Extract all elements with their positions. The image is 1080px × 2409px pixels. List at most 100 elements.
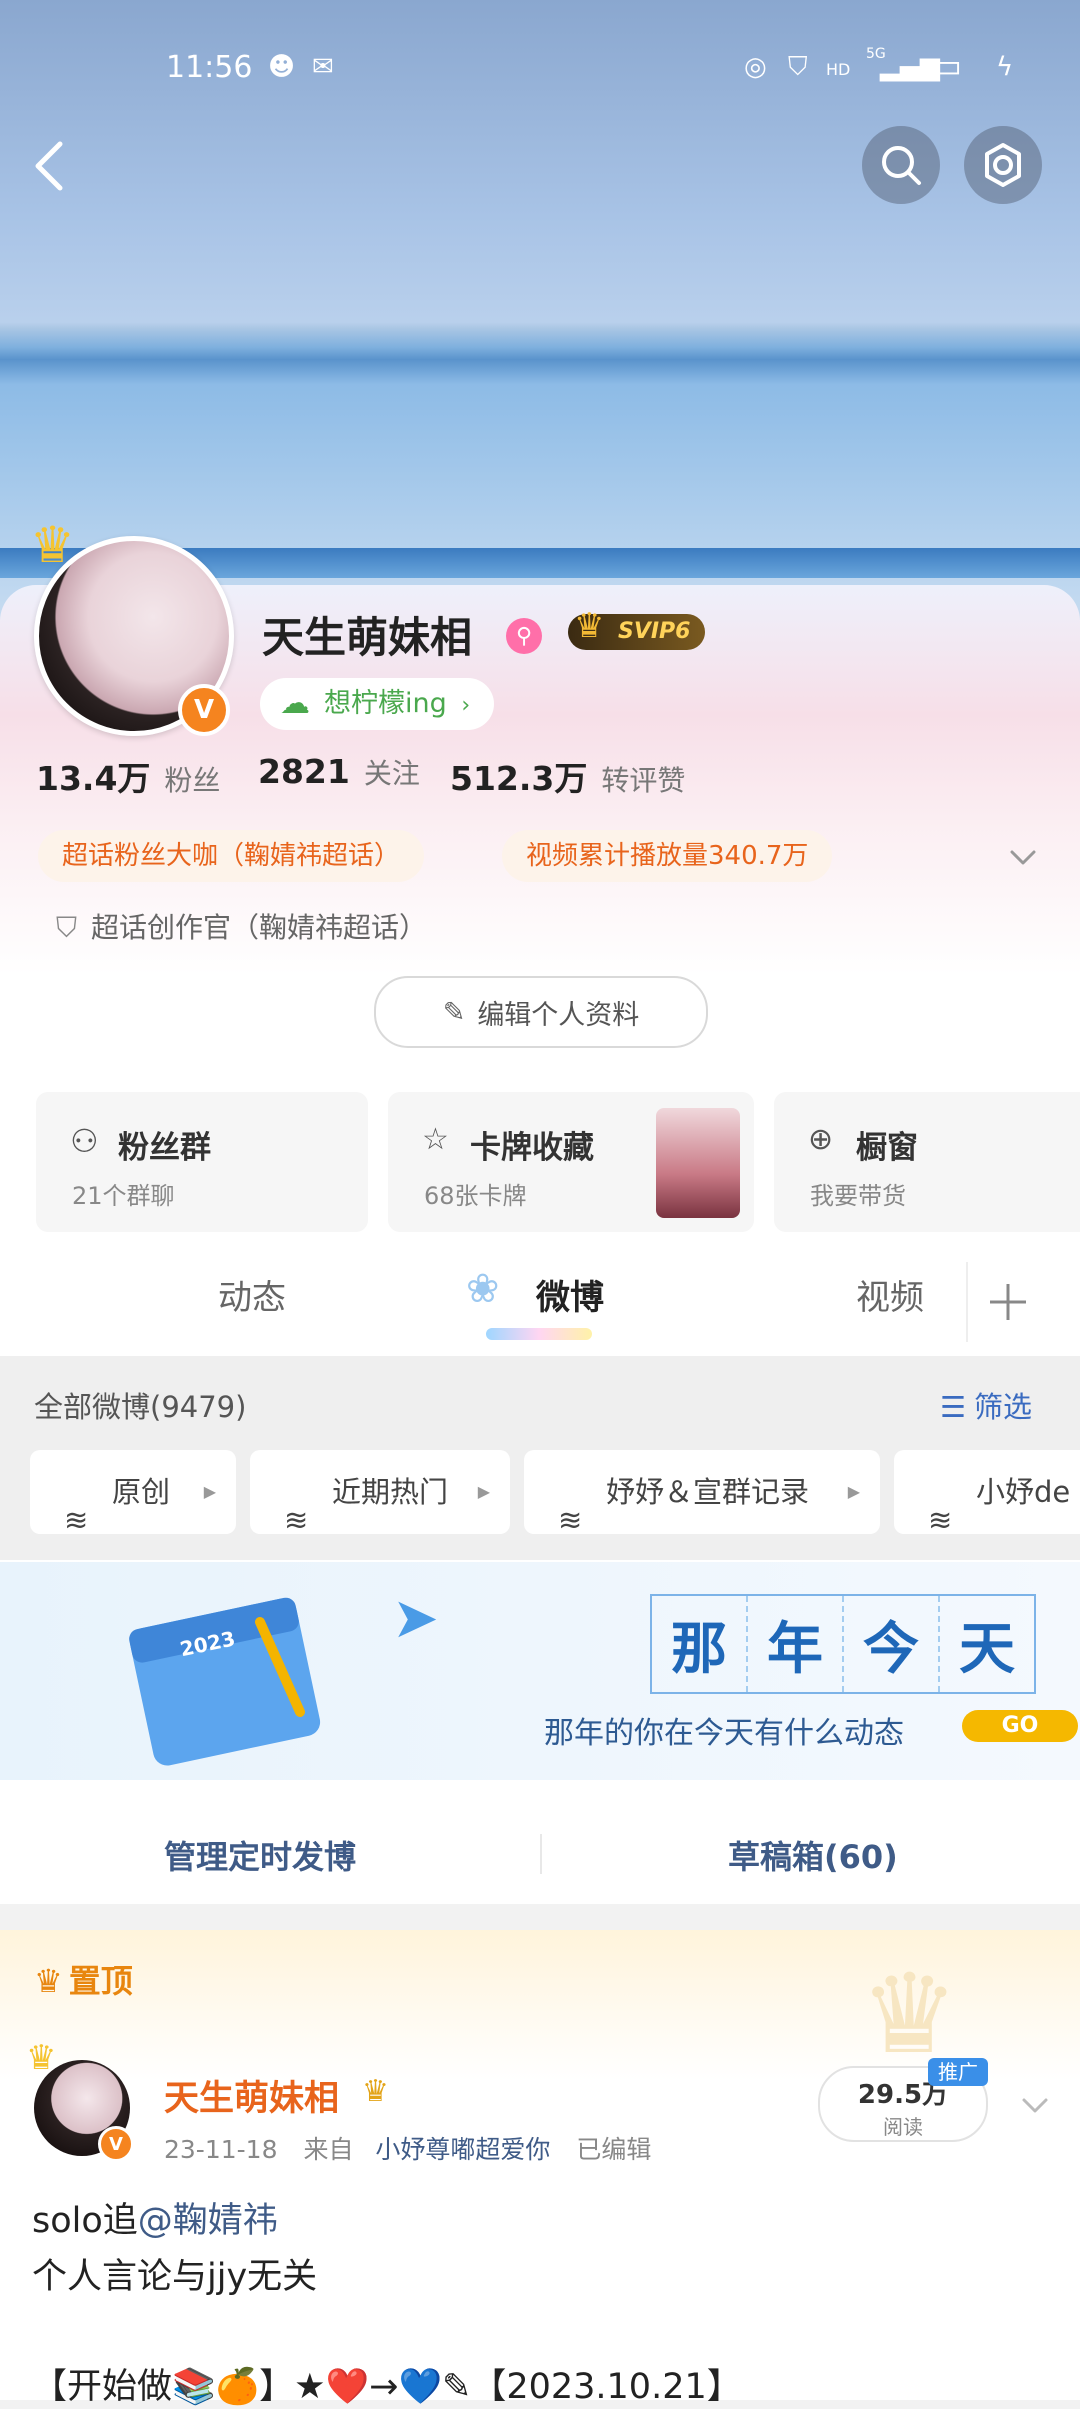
banner-subtitle: 那年的你在今天有什么动态 — [544, 1716, 904, 1751]
settings-button[interactable] — [964, 126, 1042, 204]
mood-label: 想柠檬ing — [324, 688, 447, 719]
tag-video-plays[interactable]: 视频累计播放量340.7万 — [502, 830, 833, 882]
chip-label: 原创 — [112, 1475, 171, 1509]
banner-title: 那 年 今 天 — [650, 1594, 1036, 1694]
edit-profile-button[interactable]: ✎ 编辑个人资料 — [374, 976, 708, 1048]
bag-icon: ⊕ — [808, 1122, 834, 1157]
banner-title-char: 今 — [844, 1596, 940, 1692]
chip-group-record[interactable]: ≋ 妤妤＆宣群记录 ▶ — [524, 1450, 880, 1534]
card-icon: ☆ — [422, 1122, 449, 1157]
scheduled-posts-button[interactable]: 管理定时发博 — [164, 1832, 356, 1878]
post-date: 23-11-18 — [164, 2135, 278, 2164]
pinned-post[interactable]: ♛ 置顶 ♛ ♛ V 天生萌妹相 ♛ 23-11-18 来自 小妤尊嘟超爱你 已编… — [0, 1930, 1080, 2407]
member-crown-icon: ♛ — [362, 2074, 389, 2109]
profile-tabs: 动态 ❀ 微博 视频 — [0, 1240, 1080, 1354]
filter-button[interactable]: ☰ 筛选 — [940, 1384, 1032, 1426]
layers-icon: ≋ — [928, 1503, 953, 1534]
users-icon: ⚇ — [70, 1122, 99, 1160]
chip-arrow-icon: ▶ — [847, 1482, 860, 1501]
wechat-icon: ✉ — [312, 52, 334, 82]
manage-row: 管理定时发博 草稿箱(60) — [0, 1804, 1080, 1904]
stat-label: 粉丝 — [164, 764, 221, 797]
svip-badge[interactable]: ♛ SVIP6 — [568, 608, 705, 650]
mascot-icon: ❀ — [466, 1266, 500, 1312]
promote-badge[interactable]: 推广 — [928, 2058, 988, 2086]
calendar-icon: 2023 — [129, 1597, 321, 1766]
filter-icon: ☰ — [940, 1390, 966, 1424]
status-time: 11:56 — [166, 50, 253, 85]
expand-tags-button[interactable] — [1008, 842, 1038, 872]
stat-value: 512.3万 — [450, 759, 588, 798]
verified-badge: V — [98, 2126, 134, 2162]
tab-activity[interactable]: 动态 — [218, 1270, 286, 1319]
creator-title[interactable]: ⛉ 超话创作官（鞠婧祎超话） — [56, 906, 427, 946]
post-filter-bar: 全部微博(9479) ☰ 筛选 ≋ 原创 ▶ ≋ 近期热门 ▶ ≋ 妤妤＆宣群记录… — [0, 1356, 1080, 1560]
profile-avatar[interactable]: ♛ V — [30, 516, 234, 736]
mention-link[interactable]: @鞠婧祎 — [138, 2201, 278, 2241]
post-text-line: 【开始做📚🍊】★❤️→💙✎【2023.10.21】 — [32, 2367, 742, 2407]
stat-following[interactable]: 2821 关注 — [258, 752, 420, 792]
post-text-line: 个人言论与jjy无关 — [32, 2257, 318, 2297]
go-button[interactable]: GO — [962, 1710, 1078, 1742]
tag-supertopic-fan[interactable]: 超话粉丝大咖（鞠婧祎超话） — [38, 830, 425, 882]
stat-followers[interactable]: 13.4万 粉丝 — [36, 752, 220, 800]
chevron-left-icon — [35, 141, 63, 191]
read-label: 阅读 — [883, 2115, 923, 2139]
banner-title-char: 天 — [959, 1615, 1015, 1682]
chip-arrow-icon: ▶ — [203, 1482, 216, 1501]
chip-more[interactable]: ≋ 小妤de — [894, 1450, 1080, 1534]
search-button[interactable] — [862, 126, 940, 204]
chip-original[interactable]: ≋ 原创 ▶ — [30, 1450, 236, 1534]
chevron-down-icon — [1010, 850, 1036, 865]
pinned-text: 置顶 — [68, 1962, 133, 2000]
feature-sub: 21个群聊 — [72, 1182, 175, 1210]
drafts-button[interactable]: 草稿箱(60) — [728, 1832, 898, 1878]
post-from: 来自 — [303, 2135, 354, 2164]
tab-weibo[interactable]: 微博 — [536, 1270, 604, 1319]
svip-label: SVIP6 — [618, 619, 691, 644]
post-author[interactable]: 天生萌妹相 — [164, 2070, 339, 2121]
post-menu-button[interactable] — [1020, 2090, 1050, 2120]
chevron-right-icon: › — [461, 693, 471, 718]
mood-status[interactable]: ☁ 想柠檬ing › — [260, 678, 495, 730]
stat-interactions[interactable]: 512.3万 转评赞 — [450, 752, 685, 800]
on-this-day-banner[interactable]: 2023 ➤ 那 年 今 天 那年的你在今天有什么动态 GO — [0, 1562, 1080, 1780]
add-tab-button[interactable] — [966, 1262, 1078, 1342]
feature-title: 卡牌收藏 — [470, 1130, 594, 1166]
card-collection-card[interactable]: ☆ 卡牌收藏 68张卡牌 — [388, 1092, 754, 1232]
paper-plane-icon: ➤ — [392, 1586, 439, 1651]
back-button[interactable] — [30, 136, 86, 196]
feature-title: 粉丝群 — [118, 1130, 211, 1166]
fan-group-card[interactable]: ⚇ 粉丝群 21个群聊 — [36, 1092, 368, 1232]
layers-icon: ≋ — [64, 1503, 89, 1534]
tab-active-indicator — [486, 1328, 592, 1340]
verified-badge: V — [178, 684, 230, 736]
banner-title-char: 年 — [748, 1596, 844, 1692]
stat-label: 转评赞 — [601, 764, 686, 797]
chip-label: 妤妤＆宣群记录 — [606, 1475, 810, 1509]
plus-icon — [990, 1284, 1026, 1320]
feature-sub: 我要带货 — [810, 1182, 906, 1210]
crown-icon: ♛ — [30, 516, 75, 574]
stat-label: 关注 — [363, 757, 420, 790]
svip-crown-icon: ♛ — [574, 606, 605, 646]
creator-label: 超话创作官（鞠婧祎超话） — [91, 911, 428, 944]
app-notification-icon: ☻ — [268, 52, 296, 82]
gear-icon — [985, 143, 1021, 187]
tab-video[interactable]: 视频 — [856, 1270, 924, 1319]
stat-value: 2821 — [258, 752, 350, 791]
battery-icon: ▭ — [930, 46, 963, 86]
post-edited: 已编辑 — [576, 2135, 652, 2164]
stat-value: 13.4万 — [36, 759, 151, 798]
card-thumbnail — [656, 1108, 740, 1218]
status-bar: 11:56 ☻ ✉ ◎ ⛉ HD 5G ▂▄▆ ▭ ϟ — [0, 40, 1080, 100]
name-badge-icon[interactable]: ⚲ — [506, 618, 542, 654]
banner-title-char: 那 — [652, 1596, 748, 1692]
chip-hot[interactable]: ≋ 近期热门 ▶ — [250, 1450, 510, 1534]
chip-label: 近期热门 — [332, 1475, 449, 1509]
search-icon — [882, 146, 921, 185]
showcase-card[interactable]: ⊕ 橱窗 我要带货 — [774, 1092, 1080, 1232]
filter-label: 筛选 — [974, 1390, 1033, 1424]
post-source[interactable]: 小妤尊嘟超爱你 — [375, 2135, 550, 2164]
shield-status-icon: ⛉ — [788, 52, 808, 82]
